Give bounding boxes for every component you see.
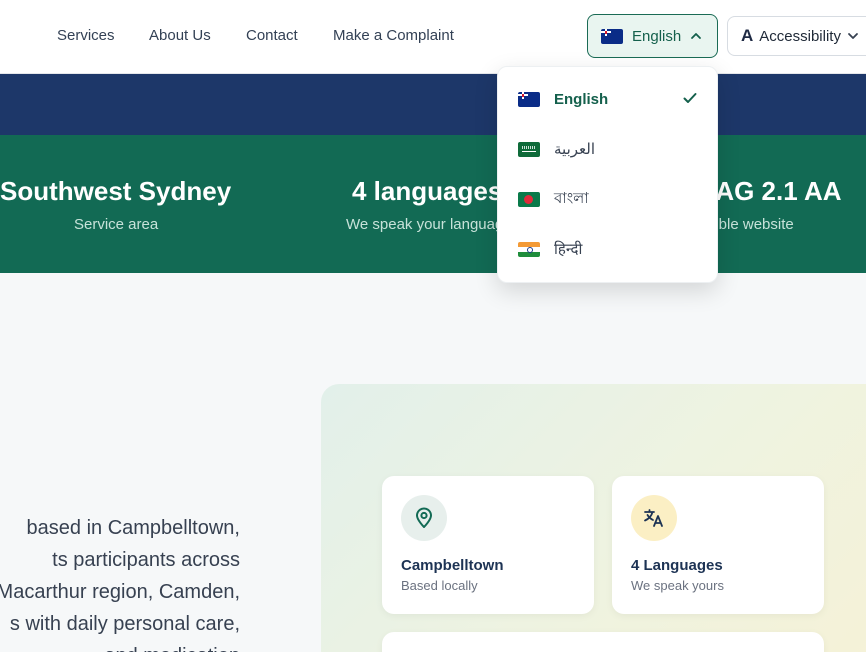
- accessibility-button[interactable]: A Accessibility: [727, 16, 866, 56]
- chevron-down-icon: [848, 33, 858, 39]
- stat-service-area-value: Southwest Sydney: [0, 176, 232, 206]
- card-title: Campbelltown: [401, 557, 504, 574]
- language-selector-label: English: [632, 27, 682, 45]
- language-option-label: English: [554, 90, 609, 108]
- intro-line: Macarthur region, Camden,: [0, 581, 240, 603]
- nav-link-make-a-complaint[interactable]: Make a Complaint: [333, 27, 454, 44]
- intro-line: s with daily personal care,: [9, 613, 240, 635]
- accessibility-icon: A: [741, 26, 754, 45]
- language-option-english[interactable]: English: [498, 79, 719, 119]
- language-option-arabic[interactable]: العربية: [498, 129, 719, 169]
- nav-link-services[interactable]: Services: [57, 27, 115, 44]
- au-flag-icon: [601, 28, 623, 44]
- card-subtitle: Based locally: [401, 578, 478, 593]
- nav-link-about-us[interactable]: About Us: [149, 27, 211, 44]
- intro-line: based in Campbelltown,: [26, 517, 240, 539]
- language-dropdown-menu: English العربية বাংলা हिन्दी: [497, 66, 718, 283]
- feature-card-partial[interactable]: [382, 632, 824, 652]
- au-flag-icon: [518, 91, 540, 107]
- card-subtitle: We speak yours: [631, 578, 724, 593]
- language-option-label: বাংলা: [554, 189, 589, 207]
- language-option-bengali[interactable]: বাংলা: [498, 179, 719, 219]
- sa-flag-icon: [518, 141, 540, 157]
- in-flag-icon: [518, 241, 540, 257]
- top-navigation: Services About Us Contact Make a Complai…: [0, 0, 866, 74]
- feature-card-campbelltown[interactable]: Campbelltown Based locally: [382, 476, 594, 614]
- language-option-hindi[interactable]: हिन्दी: [498, 229, 719, 269]
- stat-languages-label: We speak your language: [346, 216, 512, 233]
- stat-service-area-label: Service area: [74, 216, 159, 233]
- bd-flag-icon: [518, 191, 540, 207]
- stat-languages-value: 4 languages: [352, 176, 503, 206]
- intro-line: ts participants across: [52, 549, 240, 571]
- language-option-label: العربية: [554, 141, 595, 158]
- map-pin-icon: [401, 495, 447, 541]
- hero-band: [0, 74, 866, 135]
- translate-icon: [631, 495, 677, 541]
- accessibility-label: Accessibility: [759, 27, 841, 45]
- card-title: 4 Languages: [631, 557, 723, 574]
- language-option-label: हिन्दी: [554, 241, 583, 258]
- chevron-up-icon: [691, 33, 702, 39]
- feature-card-languages[interactable]: 4 Languages We speak yours: [612, 476, 824, 614]
- intro-paragraph: based in Campbelltown, ts participants a…: [0, 512, 240, 652]
- check-icon: [683, 93, 697, 103]
- nav-link-contact[interactable]: Contact: [246, 27, 298, 44]
- language-selector-button[interactable]: English: [587, 14, 718, 58]
- intro-line: and medication: [0, 640, 240, 652]
